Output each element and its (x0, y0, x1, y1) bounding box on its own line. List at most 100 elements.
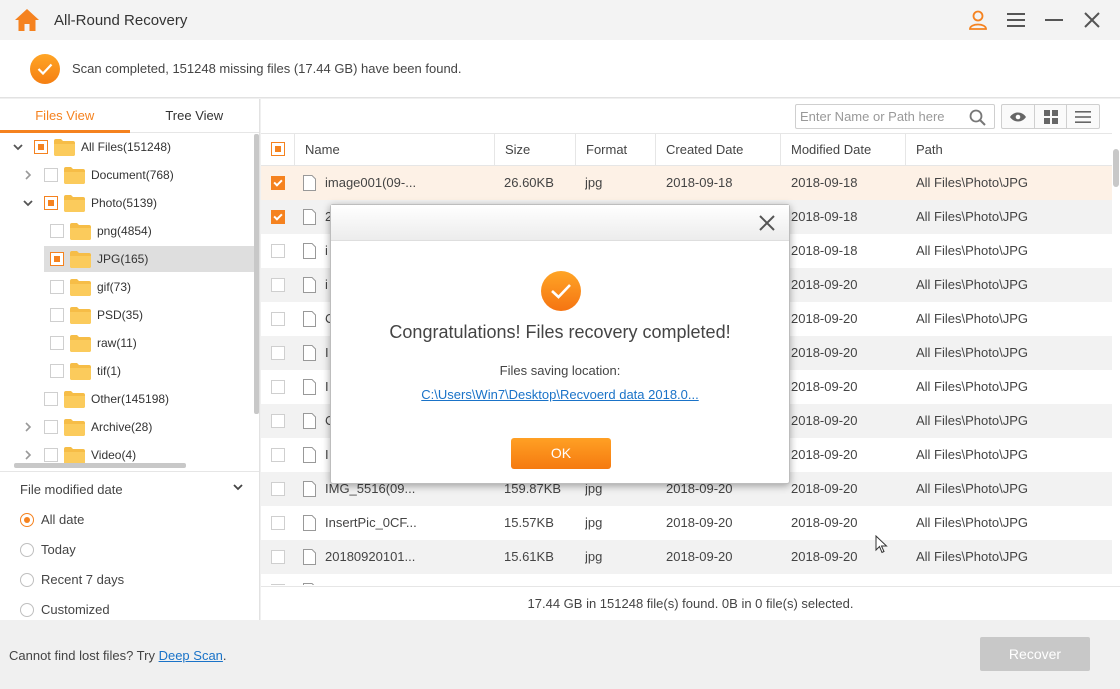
tree-item-checkbox[interactable] (50, 336, 64, 350)
row-checkbox[interactable] (271, 584, 285, 585)
row-checkbox[interactable] (271, 380, 285, 394)
table-row[interactable]: image001(09-... 26.60KB jpg 2018-09-18 2018-… (261, 166, 1112, 200)
chevron-down-icon[interactable] (12, 141, 24, 153)
preview-button[interactable] (1002, 105, 1035, 128)
chevron-right-icon[interactable] (22, 449, 34, 461)
chevron-down-icon[interactable] (233, 483, 243, 491)
tree-horizontal-scrollbar[interactable] (14, 463, 186, 468)
ok-button[interactable]: OK (511, 438, 611, 469)
select-all-checkbox[interactable] (271, 142, 285, 156)
dialog-close-icon[interactable] (757, 213, 777, 233)
tree-item[interactable]: Archive(28) (0, 414, 254, 440)
file-list-scrollbar[interactable] (1113, 149, 1119, 187)
row-checkbox[interactable] (271, 244, 285, 258)
file-icon (303, 243, 316, 262)
radio-recent-7-days[interactable]: Recent 7 days (20, 572, 124, 587)
radio-button[interactable] (20, 512, 34, 527)
home-icon[interactable] (14, 8, 40, 32)
tree-item-checkbox[interactable] (34, 140, 48, 154)
row-checkbox[interactable] (271, 210, 285, 224)
tree-item-checkbox[interactable] (50, 308, 64, 322)
column-name[interactable]: Name (294, 134, 495, 165)
list-view-button[interactable] (1067, 105, 1099, 128)
tree-item[interactable]: JPG(165) (44, 246, 254, 272)
dialog-title: Congratulations! Files recovery complete… (389, 322, 731, 342)
radio-all-date[interactable]: All date (20, 512, 84, 527)
tree-item-checkbox[interactable] (44, 168, 58, 182)
tree-item[interactable]: PSD(35) (44, 302, 254, 328)
chevron-down-icon[interactable] (22, 197, 34, 209)
tree-item-checkbox[interactable] (50, 224, 64, 238)
column-format[interactable]: Format (575, 134, 655, 165)
user-button[interactable] (966, 8, 990, 32)
saving-location-link[interactable]: C:\Users\Win7\Desktop\Recvoerd data 2018… (331, 387, 789, 402)
tree-item-checkbox[interactable] (44, 448, 58, 462)
row-checkbox[interactable] (271, 346, 285, 360)
column-modified-date[interactable]: Modified Date (780, 134, 905, 165)
recover-button[interactable]: Recover (980, 637, 1090, 671)
cell-modified-date: 2018-09-20 (791, 311, 858, 326)
tree-item-checkbox[interactable] (50, 364, 64, 378)
column-created-date[interactable]: Created Date (655, 134, 780, 165)
tree-item[interactable]: Photo(5139) (0, 190, 254, 216)
chevron-right-icon[interactable] (22, 169, 34, 181)
file-icon (303, 481, 316, 500)
tree-vertical-scrollbar[interactable] (254, 134, 259, 414)
cell-size: 15.57KB (504, 515, 554, 530)
tab-tree-view[interactable]: Tree View (130, 99, 260, 132)
tree-item[interactable]: gif(73) (44, 274, 254, 300)
search-input[interactable] (800, 109, 965, 124)
tree-item[interactable]: png(4854) (44, 218, 254, 244)
tree-item[interactable]: tif(1) (44, 358, 254, 384)
search-icon[interactable] (969, 109, 986, 126)
tree-item-checkbox[interactable] (50, 280, 64, 294)
row-checkbox[interactable] (271, 176, 285, 190)
cell-modified-date: 2018-09-20 (791, 515, 858, 530)
check-circle-icon (30, 53, 60, 84)
deep-scan-link[interactable]: Deep Scan (159, 648, 223, 663)
tree-item-label: JPG(165) (97, 252, 149, 266)
tree-item-checkbox[interactable] (50, 252, 64, 266)
radio-button[interactable] (20, 572, 34, 587)
tree-item[interactable]: Other(145198) (0, 386, 254, 412)
tree-item[interactable]: All Files(151248) (0, 134, 254, 160)
table-row[interactable]: 20180920101... 15.61KB jpg 2018-09-20 2018-0… (261, 540, 1112, 574)
menu-button[interactable] (1004, 8, 1028, 32)
file-icon (303, 447, 316, 466)
tree-item-label: Archive(28) (91, 420, 153, 434)
tree-item-checkbox[interactable] (44, 392, 58, 406)
tree-item-checkbox[interactable] (44, 196, 58, 210)
radio-button[interactable] (20, 542, 34, 557)
cell-created-date: 2018-09-18 (666, 175, 733, 190)
tree-item[interactable]: Document(768) (0, 162, 254, 188)
grid-view-button[interactable] (1035, 105, 1068, 128)
row-checkbox[interactable] (271, 550, 285, 564)
cell-path: All Files\Photo\JPG (916, 379, 1028, 394)
table-row[interactable]: InsertPic_0CF... 15.57KB jpg 2018-09-20 2018… (261, 506, 1112, 540)
radio-today[interactable]: Today (20, 542, 76, 557)
tab-files-view[interactable]: Files View (0, 99, 130, 132)
folder-icon (64, 446, 85, 464)
tree-item-label: Other(145198) (91, 392, 170, 406)
row-checkbox[interactable] (271, 448, 285, 462)
tree-item[interactable]: raw(11) (44, 330, 254, 356)
row-checkbox[interactable] (271, 278, 285, 292)
close-button[interactable] (1080, 8, 1104, 32)
tree-item-label: gif(73) (97, 280, 132, 294)
radio-customized[interactable]: Customized (20, 602, 110, 617)
tree-item-label: tif(1) (97, 364, 121, 378)
row-checkbox[interactable] (271, 414, 285, 428)
column-path[interactable]: Path (905, 134, 1112, 165)
radio-button[interactable] (20, 602, 34, 617)
row-checkbox[interactable] (271, 482, 285, 496)
table-row[interactable]: 20180919141... (261, 574, 1112, 585)
close-icon (1084, 12, 1100, 28)
user-icon (969, 10, 987, 30)
minimize-button[interactable] (1042, 8, 1066, 32)
tree-item-checkbox[interactable] (44, 420, 58, 434)
row-checkbox[interactable] (271, 312, 285, 326)
chevron-right-icon[interactable] (22, 421, 34, 433)
row-checkbox[interactable] (271, 516, 285, 530)
column-size[interactable]: Size (494, 134, 575, 165)
